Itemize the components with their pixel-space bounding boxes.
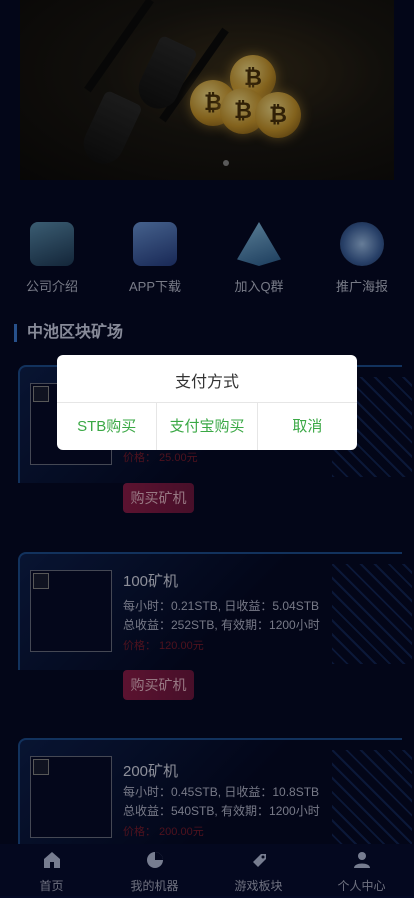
dialog-title: 支付方式 [57, 355, 357, 403]
dialog-actions: STB购买 支付宝购买 取消 [57, 403, 357, 450]
payment-method-dialog: 支付方式 STB购买 支付宝购买 取消 [57, 355, 357, 450]
cancel-button[interactable]: 取消 [258, 403, 357, 450]
pay-with-alipay-button[interactable]: 支付宝购买 [157, 403, 258, 450]
pay-with-stb-button[interactable]: STB购买 [57, 403, 158, 450]
